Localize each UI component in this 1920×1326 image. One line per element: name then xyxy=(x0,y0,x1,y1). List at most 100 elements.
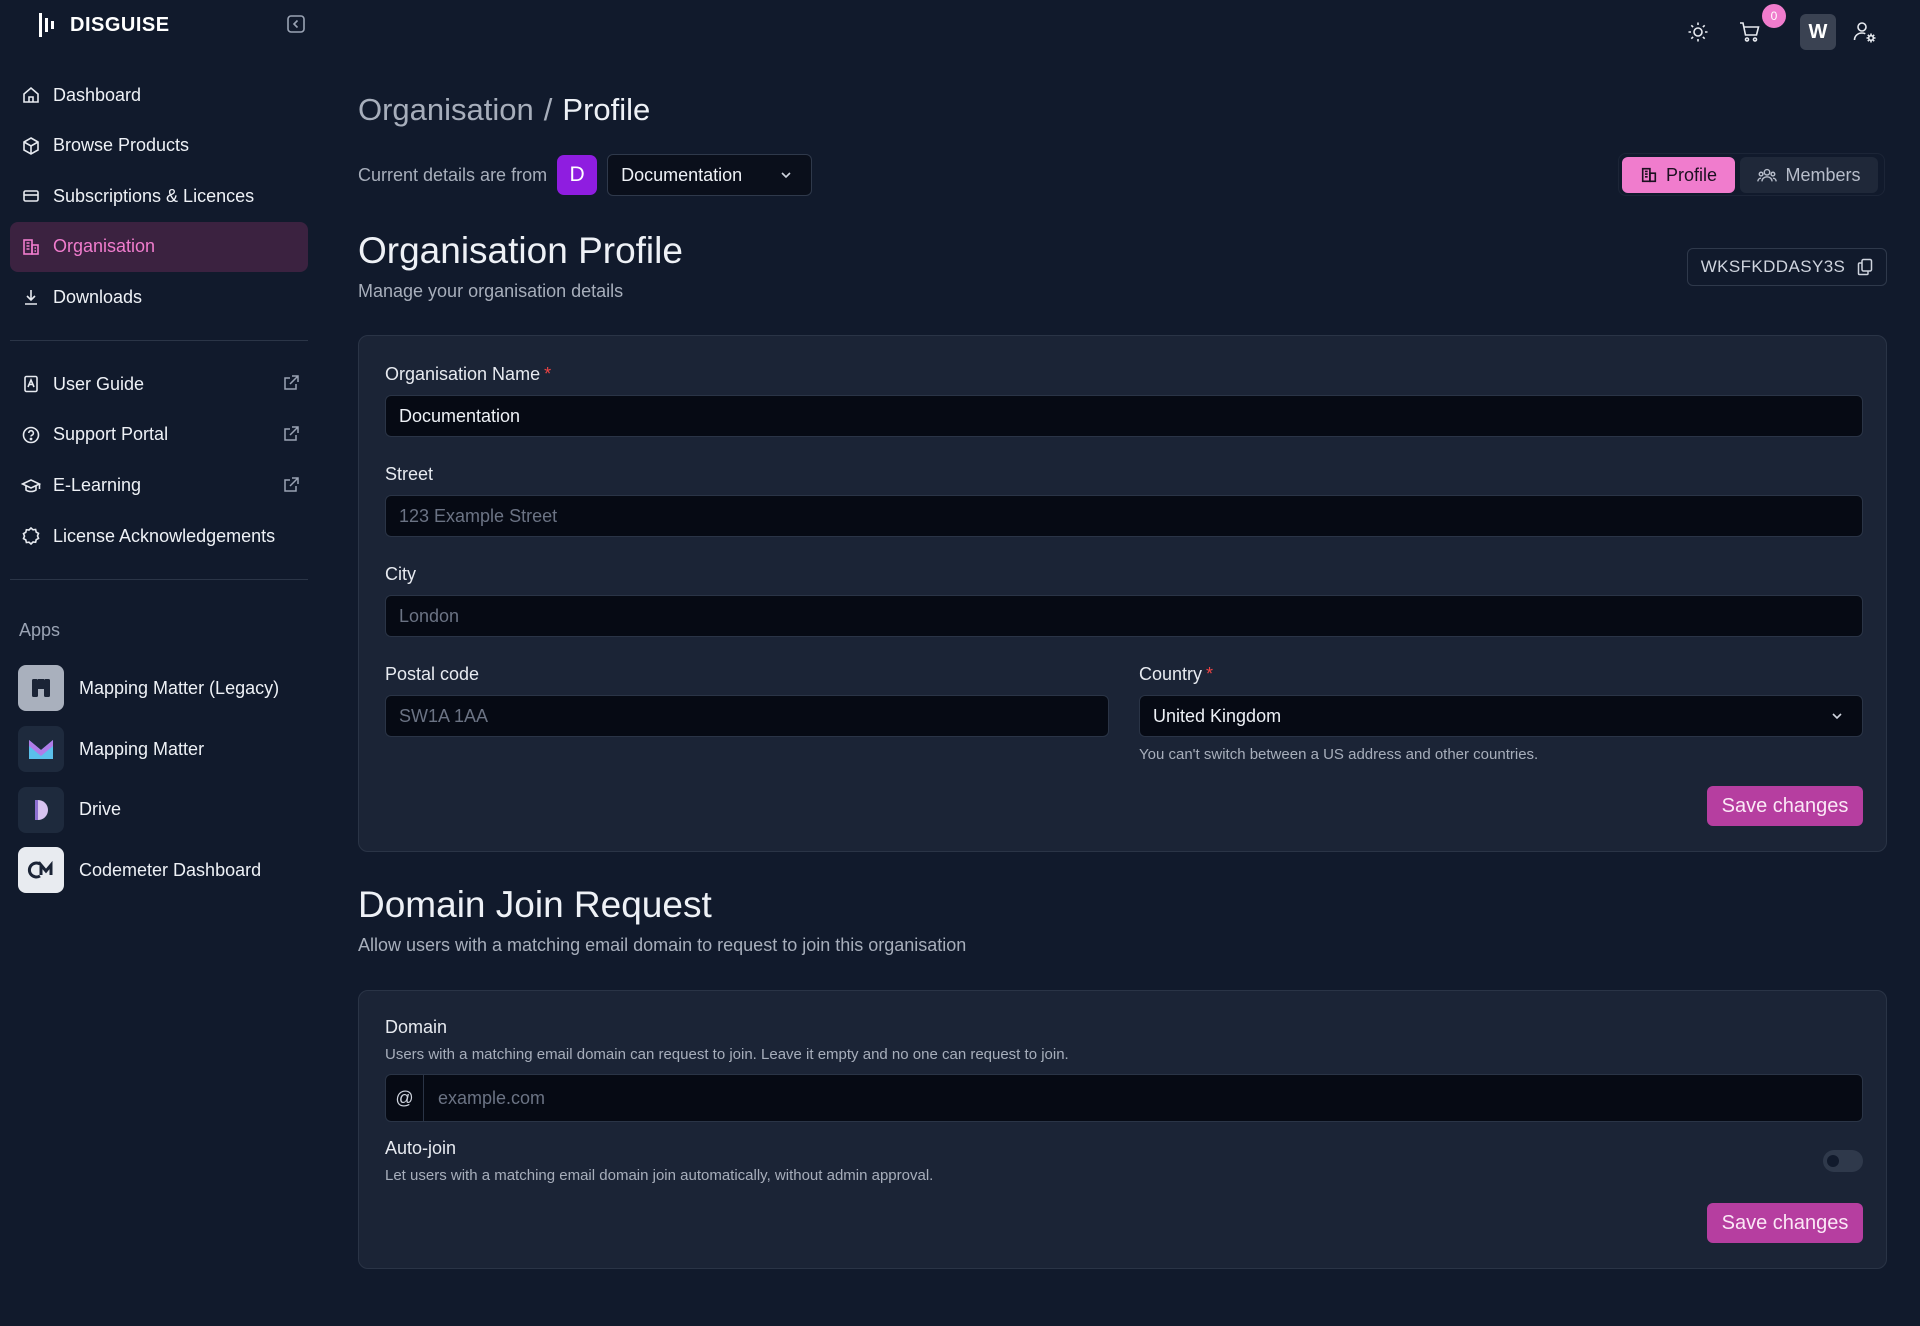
collapse-sidebar-button[interactable] xyxy=(285,13,307,35)
organisation-id: WKSFKDDASY3S xyxy=(1700,257,1846,276)
cart-icon xyxy=(1738,20,1762,44)
at-prefix: @ xyxy=(386,1075,424,1121)
tab-label: Members xyxy=(1785,164,1861,185)
domain-join-title: Domain Join Request xyxy=(358,884,712,925)
nav-item-subscriptions[interactable]: Subscriptions & Licences xyxy=(10,171,308,221)
app-label: Codemeter Dashboard xyxy=(79,859,262,880)
org-avatar-badge: D xyxy=(557,155,598,195)
nav-item-label: User Guide xyxy=(53,373,145,394)
account-settings-button[interactable] xyxy=(1847,14,1883,50)
nav-item-label: Support Portal xyxy=(53,424,169,445)
auto-join-label: Auto-join xyxy=(385,1138,457,1158)
disguise-logo-icon xyxy=(38,12,60,38)
main-nav: Dashboard Browse Products Subscriptions … xyxy=(10,70,308,581)
app-mapping-matter[interactable]: Mapping Matter xyxy=(18,719,308,780)
profile-members-tabs: Profile Members xyxy=(1618,153,1885,196)
building-icon xyxy=(20,236,42,258)
app-label: Drive xyxy=(79,799,122,820)
toggle-knob xyxy=(1827,1155,1839,1167)
tab-members[interactable]: Members xyxy=(1740,157,1878,193)
organisation-select[interactable]: Documentation xyxy=(607,154,813,196)
organisation-profile-card: Organisation Name * Documentation Street … xyxy=(358,335,1887,852)
codemeter-icon xyxy=(18,847,64,894)
nav-item-label: Subscriptions & Licences xyxy=(53,185,255,206)
nav-item-label: E-Learning xyxy=(53,475,142,496)
postal-code-placeholder: SW1A 1AA xyxy=(399,705,489,726)
city-label: City xyxy=(385,564,416,584)
organisation-id-chip[interactable]: WKSFKDDASY3S xyxy=(1687,248,1887,286)
nav-item-support-portal[interactable]: Support Portal xyxy=(10,410,308,460)
app-drive[interactable]: Drive xyxy=(18,779,308,840)
mapping-matter-legacy-icon xyxy=(18,665,64,712)
country-value: United Kingdom xyxy=(1153,705,1282,726)
help-circle-icon xyxy=(20,424,42,446)
organisation-name-label: Organisation Name * xyxy=(385,364,551,385)
package-icon xyxy=(20,135,42,157)
card-icon xyxy=(20,185,42,207)
breadcrumb-separator: / xyxy=(543,92,553,127)
auto-join-toggle[interactable] xyxy=(1823,1150,1863,1172)
required-asterisk: * xyxy=(1206,664,1214,684)
theme-toggle-button[interactable] xyxy=(1680,14,1716,50)
graduation-cap-icon xyxy=(20,475,42,497)
domain-join-subtitle: Allow users with a matching email domain… xyxy=(358,935,967,955)
user-avatar[interactable]: W xyxy=(1800,14,1836,50)
chevron-down-icon xyxy=(779,168,793,182)
user-settings-icon xyxy=(1852,19,1878,45)
app-label: Mapping Matter xyxy=(79,738,205,759)
nav-item-label: Organisation xyxy=(53,236,156,257)
postal-code-input[interactable]: SW1A 1AA xyxy=(385,695,1109,737)
domain-hint: Users with a matching email domain can r… xyxy=(385,1046,1069,1063)
city-input[interactable]: London xyxy=(385,595,1863,637)
apps-list: Mapping Matter (Legacy) Mapping Matter D… xyxy=(18,658,308,901)
nav-item-organisation[interactable]: Organisation xyxy=(10,221,308,272)
organisation-name-input[interactable]: Documentation xyxy=(385,395,1863,437)
domain-placeholder: example.com xyxy=(438,1087,546,1108)
cart-count-badge: 0 xyxy=(1762,4,1786,28)
nav-item-license-acknowledgements[interactable]: License Acknowledgements xyxy=(10,511,308,561)
breadcrumb-parent[interactable]: Organisation xyxy=(358,92,534,128)
nav-item-user-guide[interactable]: User Guide xyxy=(10,359,308,409)
nav-item-browse-products[interactable]: Browse Products xyxy=(10,121,308,171)
badge-icon xyxy=(20,525,42,547)
brand-logo[interactable]: DISGUISE xyxy=(38,10,170,40)
drive-icon xyxy=(18,786,64,833)
city-placeholder: London xyxy=(399,605,460,626)
domain-join-card: Domain Users with a matching email domai… xyxy=(358,990,1887,1269)
organisation-select-value: Documentation xyxy=(621,164,743,185)
tab-label: Profile xyxy=(1665,164,1718,185)
save-profile-button[interactable]: Save changes xyxy=(1707,786,1863,826)
street-input[interactable]: 123 Example Street xyxy=(385,495,1863,537)
app-mapping-matter-legacy[interactable]: Mapping Matter (Legacy) xyxy=(18,658,308,719)
country-hint: You can't switch between a US address an… xyxy=(1139,746,1539,763)
nav-item-e-learning[interactable]: E-Learning xyxy=(10,461,308,511)
mapping-matter-icon xyxy=(18,726,64,773)
tab-profile[interactable]: Profile xyxy=(1622,157,1735,193)
profile-subtitle: Manage your organisation details xyxy=(358,281,624,301)
copy-icon[interactable] xyxy=(1857,258,1873,276)
postal-code-label: Postal code xyxy=(385,664,480,684)
app-codemeter-dashboard[interactable]: Codemeter Dashboard xyxy=(18,840,308,901)
breadcrumb-current: Profile xyxy=(562,92,651,127)
nav-item-downloads[interactable]: Downloads xyxy=(10,272,308,322)
save-domain-button[interactable]: Save changes xyxy=(1707,1203,1863,1243)
nav-item-label: Browse Products xyxy=(53,135,190,156)
organisation-name-value: Documentation xyxy=(399,405,521,426)
required-asterisk: * xyxy=(544,364,552,384)
label-text: Organisation Name xyxy=(385,364,541,384)
sun-icon xyxy=(1686,20,1710,44)
country-select[interactable]: United Kingdom xyxy=(1139,695,1863,737)
profile-title: Organisation Profile xyxy=(358,230,683,271)
book-icon xyxy=(20,373,42,395)
nav-item-dashboard[interactable]: Dashboard xyxy=(10,70,308,120)
auto-join-hint: Let users with a matching email domain j… xyxy=(385,1167,934,1184)
brand-name: DISGUISE xyxy=(70,13,170,36)
domain-input[interactable]: @ example.com xyxy=(385,1074,1863,1122)
street-placeholder: 123 Example Street xyxy=(399,505,558,526)
building-icon xyxy=(1640,166,1658,184)
external-link-icon xyxy=(282,425,300,443)
chevron-down-icon xyxy=(1830,709,1844,723)
sidebar-divider xyxy=(10,340,308,342)
sidebar-divider xyxy=(10,579,308,581)
home-icon xyxy=(20,84,42,106)
